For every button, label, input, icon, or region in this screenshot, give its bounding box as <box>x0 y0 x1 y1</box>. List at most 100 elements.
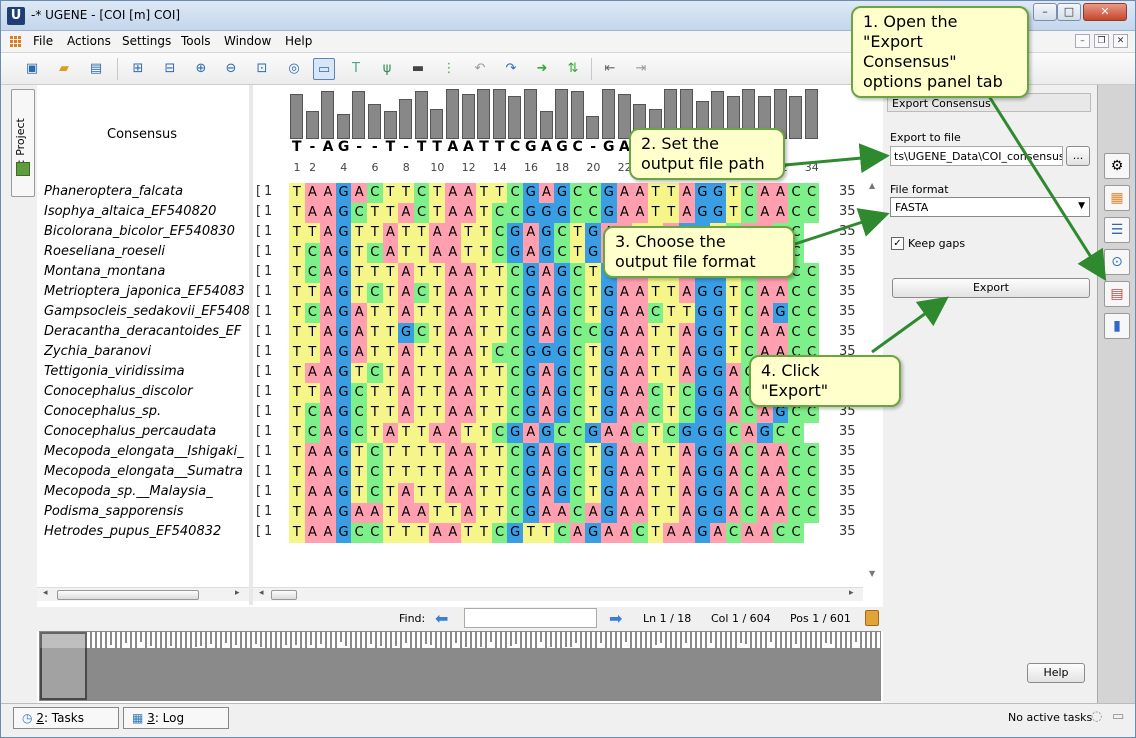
residue-cell[interactable]: C <box>803 203 820 223</box>
residue-cell[interactable]: C <box>367 483 383 503</box>
residue-cell[interactable]: C <box>741 203 757 223</box>
residue-cell[interactable]: A <box>320 363 336 383</box>
residue-cell[interactable]: T <box>289 223 305 243</box>
residue-cell[interactable]: C <box>569 443 586 463</box>
residue-cell[interactable]: T <box>382 363 399 383</box>
residue-cell[interactable]: G <box>523 443 539 463</box>
residue-cell[interactable]: A <box>679 483 695 503</box>
statistics-icon[interactable]: ▤ <box>1104 281 1130 307</box>
residue-cell[interactable]: G <box>601 203 617 223</box>
residue-cell[interactable]: C <box>413 283 430 303</box>
residue-cell[interactable]: C <box>647 303 664 323</box>
residue-cell[interactable]: C <box>413 203 430 223</box>
residue-cell[interactable]: T <box>367 203 383 223</box>
residue-cell[interactable]: T <box>289 243 305 263</box>
residue-cell[interactable]: C <box>569 363 586 383</box>
residue-cell[interactable]: T <box>429 303 445 323</box>
residue-cell[interactable]: A <box>616 303 633 323</box>
residue-cell[interactable]: G <box>554 263 570 283</box>
residue-cell[interactable]: T <box>289 503 305 523</box>
residue-cell[interactable]: C <box>725 523 742 543</box>
residue-cell[interactable]: G <box>601 383 617 403</box>
names-scroll-thumb[interactable] <box>57 590 199 600</box>
residue-cell[interactable]: C <box>569 403 586 423</box>
residue-cell[interactable]: G <box>694 423 711 443</box>
residue-cell[interactable]: A <box>320 283 336 303</box>
residue-cell[interactable]: A <box>616 323 633 343</box>
residue-cell[interactable]: C <box>803 263 820 283</box>
residue-cell[interactable]: A <box>725 443 742 463</box>
residue-cell[interactable]: A <box>460 323 477 343</box>
residue-cell[interactable]: C <box>367 283 383 303</box>
residue-cell[interactable]: G <box>710 283 726 303</box>
menu-window[interactable]: Window <box>224 34 271 48</box>
residue-cell[interactable]: G <box>554 463 570 483</box>
residue-cell[interactable]: A <box>538 403 555 423</box>
residue-cell[interactable]: A <box>429 223 445 243</box>
residue-cell[interactable]: G <box>694 183 711 203</box>
residue-cell[interactable]: A <box>320 383 336 403</box>
residue-cell[interactable]: T <box>523 523 539 543</box>
zoom-fit-icon[interactable]: ⊡ <box>251 58 273 80</box>
residue-cell[interactable]: A <box>663 523 679 543</box>
residue-cell[interactable]: A <box>320 263 336 283</box>
residue-cell[interactable]: C <box>788 323 804 343</box>
residue-cell[interactable]: A <box>772 443 789 463</box>
residue-cell[interactable]: T <box>289 443 305 463</box>
residue-cell[interactable]: G <box>757 423 773 443</box>
residue-cell[interactable]: T <box>663 343 679 363</box>
residue-cell[interactable]: T <box>429 183 445 203</box>
scroll-down-icon[interactable]: ▼ <box>869 569 875 578</box>
residue-cell[interactable]: A <box>679 503 695 523</box>
minimize-button[interactable]: – <box>1033 3 1057 21</box>
residue-cell[interactable]: A <box>460 343 477 363</box>
residue-cell[interactable]: A <box>585 503 601 523</box>
residue-cell[interactable]: T <box>663 383 679 403</box>
residue-cell[interactable]: T <box>398 223 414 243</box>
find-previous-icon[interactable]: ⬅ <box>435 609 448 628</box>
residue-cell[interactable]: C <box>351 203 367 223</box>
residue-cell[interactable]: G <box>507 523 523 543</box>
sequence-name[interactable]: Mecopoda_sp.__Malaysia_ <box>44 484 249 499</box>
residue-cell[interactable]: T <box>476 183 492 203</box>
residue-cell[interactable]: T <box>476 283 492 303</box>
residue-cell[interactable]: C <box>351 423 367 443</box>
residue-cell[interactable]: A <box>632 323 648 343</box>
residue-cell[interactable]: G <box>554 343 570 363</box>
residue-cell[interactable]: A <box>538 363 555 383</box>
sequence-name[interactable]: Deracantha_deracantoides_EF <box>44 324 249 339</box>
residue-cell[interactable]: C <box>803 503 820 523</box>
residue-cell[interactable]: T <box>367 323 383 343</box>
residue-cell[interactable]: A <box>710 523 726 543</box>
residue-cell[interactable]: T <box>647 343 664 363</box>
residue-cell[interactable]: C <box>569 423 586 443</box>
residue-cell[interactable]: T <box>429 363 445 383</box>
residue-cell[interactable]: T <box>476 323 492 343</box>
residue-cell[interactable]: C <box>803 483 820 503</box>
residue-cell[interactable]: G <box>335 443 352 463</box>
residue-cell[interactable]: A <box>304 523 321 543</box>
residue-cell[interactable]: T <box>647 203 664 223</box>
zoom-out-icon[interactable]: ⊖ <box>220 58 242 80</box>
residue-cell[interactable]: C <box>679 403 695 423</box>
residue-cell[interactable]: C <box>507 203 523 223</box>
highlighting-icon[interactable]: ▦ <box>1104 185 1130 211</box>
residue-cell[interactable]: C <box>507 303 523 323</box>
residue-cell[interactable]: T <box>398 523 414 543</box>
residue-cell[interactable]: A <box>757 183 773 203</box>
residue-cell[interactable]: C <box>788 203 804 223</box>
residue-cell[interactable]: G <box>538 423 555 443</box>
residue-cell[interactable]: T <box>351 263 367 283</box>
find-next-icon[interactable]: ➡ <box>609 609 622 628</box>
residue-cell[interactable]: T <box>413 443 430 463</box>
residue-cell[interactable]: C <box>413 323 430 343</box>
residue-cell[interactable]: A <box>616 203 633 223</box>
residue-cell[interactable]: T <box>429 323 445 343</box>
residue-cell[interactable]: T <box>382 203 399 223</box>
residue-cell[interactable]: G <box>554 383 570 403</box>
residue-cell[interactable]: A <box>351 183 367 203</box>
find-input[interactable] <box>464 608 597 628</box>
residue-cell[interactable]: A <box>757 443 773 463</box>
residue-cell[interactable]: T <box>585 443 601 463</box>
residue-cell[interactable]: G <box>398 323 414 343</box>
